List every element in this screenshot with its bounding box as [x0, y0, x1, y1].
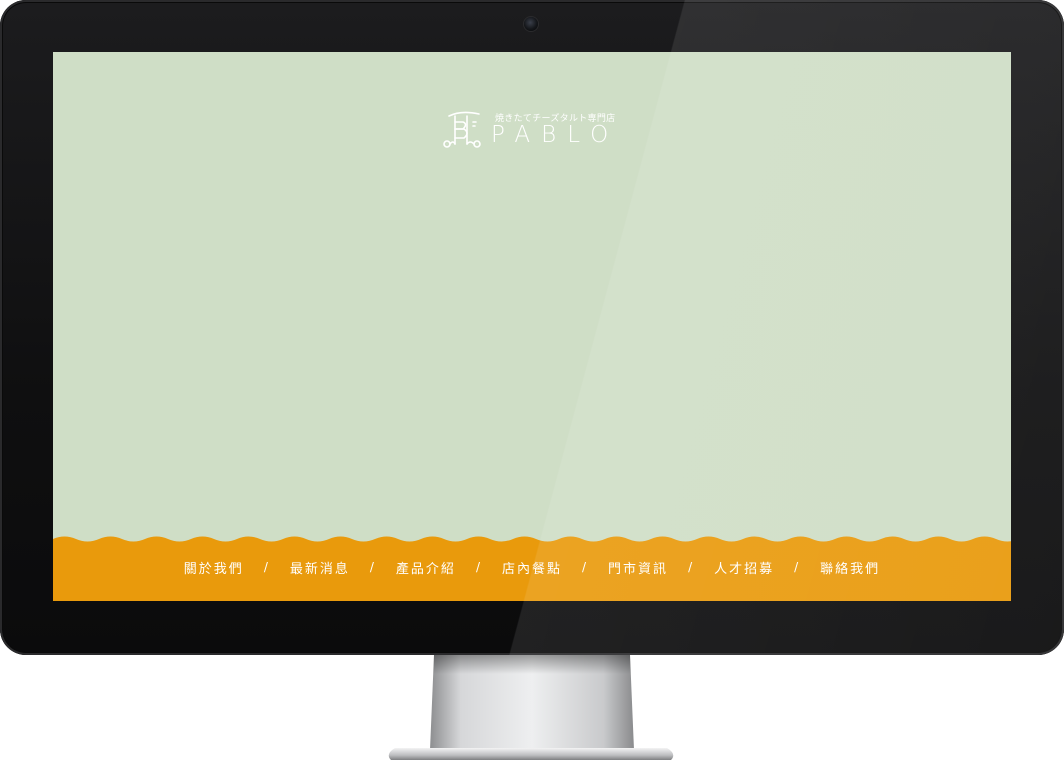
nav-item-careers[interactable]: 人才招募: [714, 558, 774, 577]
nav-item-products[interactable]: 產品介紹: [396, 558, 456, 577]
nav-item-news[interactable]: 最新消息: [290, 558, 350, 577]
nav-separator: /: [263, 560, 270, 574]
pablo-logo-icon: [443, 111, 481, 148]
nav-separator: /: [794, 560, 801, 574]
nav-separator: /: [369, 560, 376, 574]
main-nav: 關於我們 / 最新消息 / 產品介紹 / 店內餐點 / 門市資訊 / 人才招募 …: [53, 555, 1011, 579]
footer-nav-bar: 關於我們 / 最新消息 / 產品介紹 / 店內餐點 / 門市資訊 / 人才招募 …: [53, 529, 1011, 601]
nav-item-stores[interactable]: 門市資訊: [608, 558, 668, 577]
nav-separator: /: [688, 560, 695, 574]
monitor-frame: 焼きたてチーズタルト専門店 PABLO 關於我們 / 最新消息 / 產品介紹 /…: [0, 0, 1064, 655]
nav-item-contact[interactable]: 聯絡我們: [820, 558, 880, 577]
site-logo[interactable]: 焼きたてチーズタルト専門店 PABLO: [439, 104, 629, 154]
website-screen: 焼きたてチーズタルト専門店 PABLO 關於我們 / 最新消息 / 產品介紹 /…: [53, 52, 1011, 601]
monitor-stand-neck: [430, 655, 634, 750]
nav-separator: /: [582, 560, 589, 574]
webcam-icon: [524, 17, 538, 31]
brand-name: PABLO: [491, 122, 620, 148]
nav-item-about[interactable]: 關於我們: [184, 558, 244, 577]
monitor-stand-base: [388, 748, 674, 760]
nav-separator: /: [475, 560, 482, 574]
nav-item-menu[interactable]: 店內餐點: [502, 558, 562, 577]
